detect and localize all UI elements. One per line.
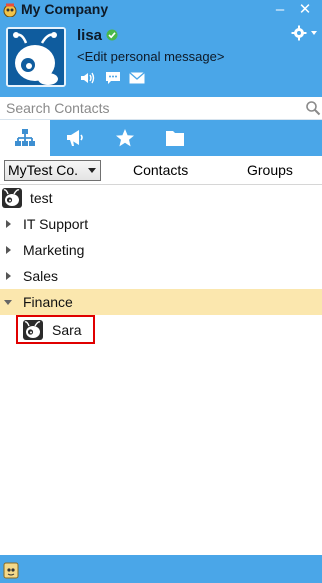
group-label: Marketing bbox=[23, 242, 85, 258]
tree-root-label: test bbox=[30, 190, 53, 206]
avatar[interactable] bbox=[6, 27, 66, 87]
company-dropdown-value: MyTest Co. bbox=[8, 162, 79, 178]
group-label: Finance bbox=[23, 294, 73, 310]
expand-arrow-icon[interactable] bbox=[6, 220, 11, 228]
group-label: IT Support bbox=[23, 216, 89, 232]
app-logo-icon bbox=[3, 3, 17, 17]
tree-root-user[interactable]: test bbox=[0, 185, 322, 211]
tab-organization[interactable] bbox=[0, 120, 50, 156]
search-icon[interactable] bbox=[305, 100, 321, 116]
megaphone-icon bbox=[67, 130, 83, 146]
contacts-link[interactable]: Contacts bbox=[133, 162, 188, 178]
contact-item-sara[interactable]: Sara bbox=[16, 315, 95, 344]
mail-icon[interactable] bbox=[129, 71, 145, 85]
online-check-icon[interactable] bbox=[106, 29, 118, 41]
star-icon bbox=[116, 129, 134, 147]
collapse-arrow-icon[interactable] bbox=[4, 300, 12, 305]
voice-icon[interactable] bbox=[79, 71, 95, 85]
tree-group-it-support[interactable]: IT Support bbox=[0, 211, 322, 237]
company-dropdown[interactable]: MyTest Co. bbox=[4, 160, 101, 181]
expand-arrow-icon[interactable] bbox=[6, 272, 11, 280]
tree-group-finance[interactable]: Finance bbox=[0, 289, 322, 315]
menu-app-icon[interactable] bbox=[3, 561, 21, 579]
search-input[interactable] bbox=[0, 97, 300, 119]
tab-bar bbox=[0, 120, 322, 156]
chevron-down-icon bbox=[88, 168, 96, 173]
status-footer bbox=[0, 555, 322, 583]
username: lisa bbox=[77, 27, 103, 44]
org-chart-icon bbox=[15, 129, 35, 146]
personal-message[interactable]: <Edit personal message> bbox=[77, 49, 224, 64]
group-label: Sales bbox=[23, 268, 59, 284]
contacts-subheader: MyTest Co. Contacts Groups bbox=[0, 156, 322, 185]
expand-arrow-icon[interactable] bbox=[6, 246, 11, 254]
profile-header: My Company – ✕ lisa <Edit personal messa… bbox=[0, 0, 322, 97]
tab-files[interactable] bbox=[150, 120, 200, 156]
close-button[interactable]: ✕ bbox=[297, 2, 313, 18]
groups-link[interactable]: Groups bbox=[247, 162, 293, 178]
tab-favorites[interactable] bbox=[100, 120, 150, 156]
user-avatar-icon bbox=[2, 188, 22, 208]
chat-icon[interactable] bbox=[105, 71, 121, 85]
user-avatar-icon bbox=[23, 320, 43, 340]
contact-name: Sara bbox=[52, 322, 82, 338]
tree-group-marketing[interactable]: Marketing bbox=[0, 237, 322, 263]
folder-icon bbox=[166, 131, 184, 146]
title-bar: My Company – ✕ bbox=[0, 0, 322, 20]
tab-broadcast[interactable] bbox=[50, 120, 100, 156]
ant-mascot-icon bbox=[8, 29, 64, 85]
minimize-button[interactable]: – bbox=[272, 2, 288, 18]
window-title: My Company bbox=[21, 1, 109, 17]
settings-gear-icon[interactable] bbox=[291, 25, 319, 41]
tree-group-sales[interactable]: Sales bbox=[0, 263, 322, 289]
search-bar bbox=[0, 97, 322, 120]
